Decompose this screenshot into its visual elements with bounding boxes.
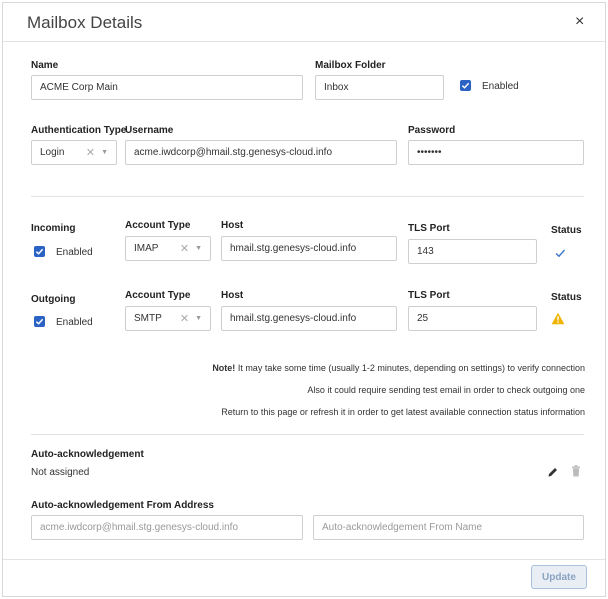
outgoing-host-input[interactable]: hmail.stg.genesys-cloud.info <box>221 306 397 331</box>
chevron-down-icon[interactable]: ▼ <box>195 315 202 322</box>
password-input[interactable]: ••••••• <box>408 140 584 165</box>
incoming-account-type-label: Account Type <box>125 220 191 231</box>
name-input[interactable]: ACME Corp Main <box>31 75 303 100</box>
chevron-down-icon[interactable]: ▼ <box>195 245 202 252</box>
enabled-label: Enabled <box>482 81 519 92</box>
dialog-title: Mailbox Details <box>27 13 143 32</box>
footer-divider <box>3 559 605 560</box>
incoming-host-label: Host <box>221 220 244 231</box>
mailbox-folder-label: Mailbox Folder <box>315 60 386 71</box>
warning-icon <box>551 312 565 325</box>
edit-icon[interactable] <box>547 465 559 477</box>
outgoing-account-type-select[interactable]: SMTP ✕ ▼ <box>125 306 211 331</box>
header-divider <box>3 41 605 42</box>
outgoing-host-label: Host <box>221 290 244 301</box>
outgoing-status-label: Status <box>551 292 582 303</box>
mailbox-folder-input[interactable]: Inbox <box>315 75 444 100</box>
note-line-1: Note! It may take some time (usually 1-2… <box>212 363 585 373</box>
incoming-account-type-select[interactable]: IMAP ✕ ▼ <box>125 236 211 261</box>
clear-icon[interactable]: ✕ <box>180 312 189 325</box>
update-button[interactable]: Update <box>531 565 587 589</box>
incoming-account-type-value: IMAP <box>134 243 159 254</box>
username-label: Username <box>125 125 174 136</box>
checkmark-icon <box>35 318 44 325</box>
outgoing-account-type-value: SMTP <box>134 313 162 324</box>
section-divider <box>31 196 584 197</box>
authentication-type-label: Authentication Type <box>31 125 127 136</box>
outgoing-tls-port-label: TLS Port <box>408 290 450 301</box>
outgoing-label: Outgoing <box>31 294 76 305</box>
note-line-3: Return to this page or refresh it in ord… <box>221 407 585 417</box>
clear-icon[interactable]: ✕ <box>180 242 189 255</box>
incoming-status-label: Status <box>551 225 582 236</box>
username-input[interactable]: acme.iwdcorp@hmail.stg.genesys-cloud.inf… <box>125 140 397 165</box>
outgoing-tls-port-input[interactable]: 25 <box>408 306 537 331</box>
checkmark-icon <box>35 248 44 255</box>
chevron-down-icon[interactable]: ▼ <box>101 149 108 156</box>
incoming-tls-port-input[interactable]: 143 <box>408 239 537 264</box>
outgoing-enabled-label: Enabled <box>56 317 93 328</box>
close-icon[interactable]: × <box>575 13 584 31</box>
incoming-label: Incoming <box>31 223 76 234</box>
check-icon <box>554 246 566 258</box>
name-label: Name <box>31 60 59 71</box>
outgoing-enabled-checkbox[interactable] <box>34 316 45 327</box>
incoming-tls-port-label: TLS Port <box>408 223 450 234</box>
delete-icon[interactable] <box>571 464 581 477</box>
note-prefix: Note! <box>212 363 236 373</box>
outgoing-account-type-label: Account Type <box>125 290 191 301</box>
auto-ack-label: Auto-acknowledgement <box>31 449 144 460</box>
auto-ack-value: Not assigned <box>31 467 90 478</box>
password-label: Password <box>408 125 456 136</box>
incoming-enabled-checkbox[interactable] <box>34 246 45 257</box>
clear-icon[interactable]: ✕ <box>86 146 95 159</box>
incoming-host-input[interactable]: hmail.stg.genesys-cloud.info <box>221 236 397 261</box>
authentication-type-select[interactable]: Login ✕ ▼ <box>31 140 117 165</box>
note-text: It may take some time (usually 1-2 minut… <box>235 363 585 373</box>
checkmark-icon <box>461 82 470 89</box>
mailbox-details-dialog: Mailbox Details × Name ACME Corp Main Ma… <box>2 2 606 597</box>
enabled-checkbox[interactable] <box>460 80 471 91</box>
incoming-enabled-label: Enabled <box>56 247 93 258</box>
auto-ack-divider <box>31 434 584 435</box>
auto-ack-from-address-input[interactable]: acme.iwdcorp@hmail.stg.genesys-cloud.inf… <box>31 515 303 540</box>
note-line-2: Also it could require sending test email… <box>307 385 585 395</box>
auto-ack-from-name-input[interactable]: Auto-acknowledgement From Name <box>313 515 584 540</box>
authentication-type-value: Login <box>40 147 65 158</box>
auto-ack-from-label: Auto-acknowledgement From Address <box>31 500 214 511</box>
